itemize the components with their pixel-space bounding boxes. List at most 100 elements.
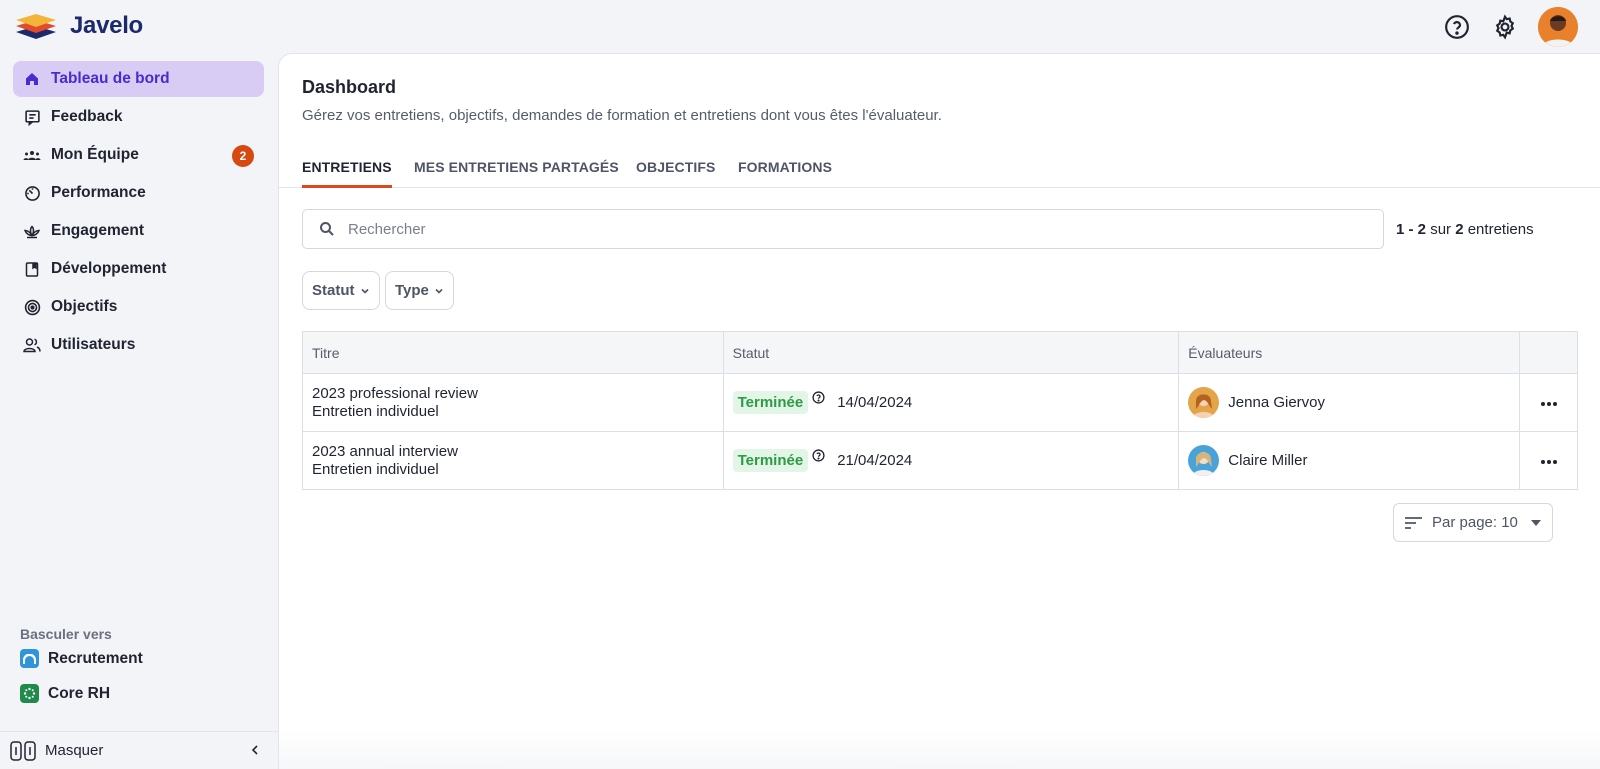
book-icon — [23, 260, 41, 278]
result-range: 1 - 2 — [1396, 221, 1427, 238]
recruitment-app-icon — [20, 649, 39, 668]
team-icon — [23, 146, 41, 164]
sidebar-item-label: Performance — [51, 184, 146, 201]
table-row[interactable]: 2023 professional review Entretien indiv… — [302, 373, 1578, 432]
table-row[interactable]: 2023 annual interview Entretien individu… — [302, 431, 1578, 490]
app-logo[interactable]: Javelo — [14, 12, 143, 40]
tab-entretiens[interactable]: ENTRETIENS — [302, 159, 392, 188]
status-date: 14/04/2024 — [837, 394, 913, 411]
core-rh-app-icon — [20, 684, 39, 703]
cell-status: Terminée 21/04/2024 — [722, 431, 1180, 490]
help-icon[interactable] — [812, 449, 825, 462]
sort-lines-icon — [1405, 516, 1422, 529]
status-date: 21/04/2024 — [837, 452, 913, 469]
evaluator-name: Claire Miller — [1228, 452, 1308, 469]
sidebar-toggle-icon — [10, 740, 36, 761]
notification-badge: 2 — [232, 145, 254, 167]
chevron-down-icon — [360, 288, 369, 294]
result-unit: entretiens — [1467, 221, 1534, 238]
sidebar-nav: Tableau de bord Feedback Mon Équipe 2 Pe… — [13, 61, 264, 365]
home-icon — [23, 70, 41, 88]
message-icon — [23, 108, 41, 126]
lotus-icon — [23, 222, 41, 240]
interview-type: Entretien individuel — [312, 402, 439, 420]
tab-objectifs[interactable]: OBJECTIFS — [636, 159, 715, 188]
sidebar-item-label: Objectifs — [51, 298, 118, 315]
status-badge: Terminée — [732, 449, 809, 472]
sidebar-item-developpement[interactable]: Développement — [13, 251, 264, 287]
filter-statut[interactable]: Statut — [302, 271, 380, 310]
sidebar-item-engagement[interactable]: Engagement — [13, 213, 264, 249]
row-actions-button[interactable] — [1519, 431, 1578, 490]
switch-item-core-rh[interactable]: Core RH — [20, 684, 110, 703]
sidebar-item-tableau-de-bord[interactable]: Tableau de bord — [13, 61, 264, 97]
switch-item-label: Recrutement — [48, 649, 143, 667]
column-header-titre[interactable]: Titre — [302, 331, 724, 374]
cell-evaluator: Jenna Giervoy — [1178, 373, 1521, 432]
help-icon[interactable] — [1442, 12, 1472, 42]
column-header-actions — [1519, 331, 1578, 374]
sidebar-item-feedback[interactable]: Feedback — [13, 99, 264, 135]
interview-type: Entretien individuel — [312, 460, 439, 478]
interview-title: 2023 professional review — [312, 384, 478, 402]
filter-label: Statut — [312, 282, 355, 299]
evaluator-avatar — [1188, 445, 1220, 476]
users-icon — [23, 336, 41, 354]
chevron-down-icon — [435, 288, 443, 294]
cell-title[interactable]: 2023 professional review Entretien indiv… — [302, 373, 724, 432]
evaluator-avatar — [1188, 387, 1220, 418]
page-subtitle: Gérez vos entretiens, objectifs, demande… — [302, 107, 942, 124]
column-header-evaluateurs[interactable]: Évaluateurs — [1178, 331, 1521, 374]
tab-bar: ENTRETIENS MES ENTRETIENS PARTAGÉS OBJEC… — [279, 149, 1600, 188]
chevron-left-icon — [251, 745, 258, 755]
target-icon — [23, 298, 41, 316]
top-bar: Javelo — [0, 0, 1600, 54]
cell-evaluator: Claire Miller — [1178, 431, 1521, 490]
interviews-table: Titre Statut Évaluateurs 2023 profession… — [302, 331, 1578, 490]
more-horizontal-icon — [1540, 460, 1557, 464]
sidebar-item-label: Mon Équipe — [51, 146, 139, 163]
cell-status: Terminée 14/04/2024 — [722, 373, 1180, 432]
search-input[interactable] — [348, 220, 1348, 238]
sidebar-item-mon-equipe[interactable]: Mon Équipe 2 — [13, 137, 264, 173]
tab-formations[interactable]: FORMATIONS — [738, 159, 832, 188]
sidebar: Tableau de bord Feedback Mon Équipe 2 Pe… — [0, 54, 278, 769]
gear-icon[interactable] — [1490, 12, 1520, 42]
table-header-row: Titre Statut Évaluateurs — [302, 331, 1578, 374]
per-page-select[interactable]: Par page: 10 — [1393, 503, 1553, 542]
sidebar-item-performance[interactable]: Performance — [13, 175, 264, 211]
help-icon[interactable] — [812, 391, 825, 404]
sidebar-item-label: Développement — [51, 260, 167, 277]
sidebar-item-label: Tableau de bord — [51, 70, 170, 87]
javelo-logo-icon — [16, 14, 56, 39]
filter-type[interactable]: Type — [385, 271, 454, 310]
switch-section-title: Basculer vers — [20, 626, 112, 642]
filter-label: Type — [395, 282, 429, 299]
tab-mes-entretiens-partages[interactable]: MES ENTRETIENS PARTAGÉS — [414, 159, 619, 188]
result-count: 1 - 2 sur 2 entretiens — [1396, 221, 1534, 238]
sidebar-item-label: Utilisateurs — [51, 336, 136, 353]
result-total: 2 — [1455, 221, 1464, 238]
app-name: Javelo — [70, 12, 143, 39]
switch-item-recrutement[interactable]: Recrutement — [20, 649, 143, 668]
interview-title: 2023 annual interview — [312, 442, 458, 460]
result-sur: sur — [1430, 221, 1452, 238]
cell-title[interactable]: 2023 annual interview Entretien individu… — [302, 431, 724, 490]
evaluator-name: Jenna Giervoy — [1228, 394, 1326, 411]
bottom-fade — [279, 729, 1600, 769]
search-box — [302, 209, 1384, 249]
hide-sidebar-label: Masquer — [45, 742, 104, 759]
sidebar-item-label: Engagement — [51, 222, 145, 239]
page-title: Dashboard — [302, 77, 397, 97]
user-avatar[interactable] — [1538, 7, 1578, 47]
switch-item-label: Core RH — [48, 684, 111, 702]
column-header-statut[interactable]: Statut — [722, 331, 1180, 374]
status-badge: Terminée — [732, 391, 809, 414]
gauge-icon — [23, 184, 41, 202]
sidebar-item-objectifs[interactable]: Objectifs — [13, 289, 264, 325]
caret-down-icon — [1531, 520, 1541, 526]
search-icon — [320, 222, 334, 236]
row-actions-button[interactable] — [1519, 373, 1578, 432]
sidebar-item-utilisateurs[interactable]: Utilisateurs — [13, 327, 264, 363]
hide-sidebar-button[interactable]: Masquer — [0, 731, 278, 769]
